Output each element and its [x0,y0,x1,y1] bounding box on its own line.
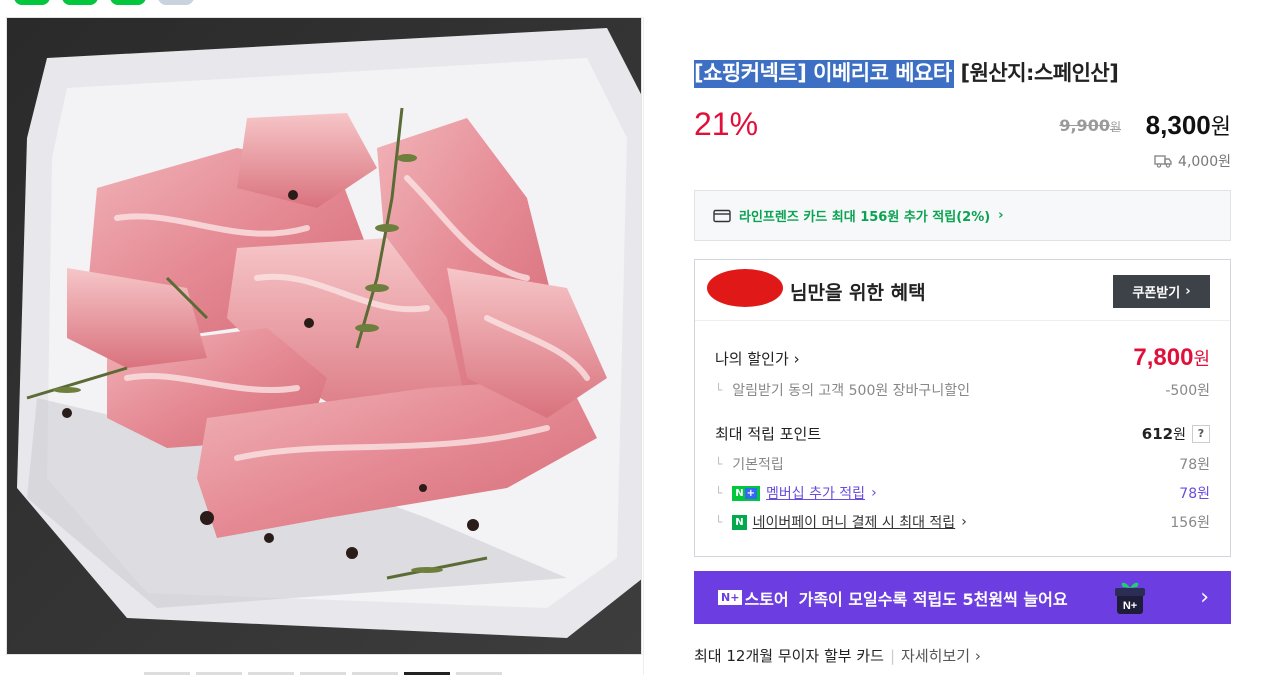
max-points-unit: 원 [1173,426,1186,443]
my-price-label: 나의 할인가 [715,349,789,368]
tree-elbow-icon: └ [715,515,723,529]
max-points-label: 최대 적립 포인트 [715,425,822,443]
product-title: [쇼핑커넥트] 이베리코 베요타 [원산지:스페인산] [694,57,1119,88]
npay-points-link[interactable]: 네이버페이 머니 결제 시 최대 적립 [753,512,956,532]
top-stub-4[interactable] [158,0,194,5]
help-icon[interactable]: ? [1192,424,1210,443]
basic-points-value: 78원 [1179,457,1210,473]
promo-banner-text: 가족이 모일수록 적립도 5천원씩 늘어요 [798,589,1068,609]
membership-points-row: └ N + 멤버십 추가 적립 › 78원 [715,483,1210,503]
naver-plus-badge-icon: N+ [718,590,743,605]
product-title-origin: [원산지:스페인산] [953,61,1119,85]
card-promo-link[interactable]: 라인프렌즈 카드 최대 156원 추가 적립(2%) › [694,190,1231,241]
my-price-row: 나의 할인가 › 7,800원 [715,344,1210,372]
top-tab-stubs [14,0,194,5]
coupon-download-button[interactable]: 쿠폰받기 › [1113,275,1210,308]
max-points-row: 최대 적립 포인트 612원? [715,423,1210,444]
top-stub-2[interactable] [62,0,98,5]
top-stub-3[interactable] [110,0,146,5]
top-stub-1[interactable] [14,0,50,5]
npay-points: └ N 네이버페이 머니 결제 시 최대 적립 › [715,512,967,532]
member-benefit-box: 님만을 위한 혜택 쿠폰받기 › 나의 할인가 › 7,800원 └ 알림받기 동… [694,259,1231,557]
max-points: 612원? [1142,424,1210,444]
chevron-right-icon: › [1200,585,1209,610]
chevron-right-icon: › [793,349,800,368]
my-price: 7,800원 [1133,344,1210,372]
installment-text: 최대 12개월 무이자 할부 카드 [694,647,884,665]
original-price: 9,900원 [1059,116,1121,135]
my-price-label-link[interactable]: 나의 할인가 › [715,348,800,369]
installment-more-link[interactable]: 자세히보기 › [901,645,981,666]
product-title-selected: [쇼핑커넥트] 이베리코 베요타 [694,60,954,88]
npay-points-label: 네이버페이 머니 결제 시 최대 적립 [752,515,956,531]
discount-detail-row: └ 알림받기 동의 고객 500원 장바구니할인 -500원 [715,380,1210,400]
sale-price-value: 8,300 [1145,110,1211,140]
membership-points: └ N + 멤버십 추가 적립 › [715,483,877,503]
npay-points-value: 156원 [1170,515,1210,531]
original-price-unit: 원 [1109,120,1121,134]
tree-elbow-icon: └ [715,457,723,471]
membership-points-value: 78원 [1179,486,1210,502]
discount-detail-value: -500원 [1165,383,1210,399]
max-points-amount: 612원 [1142,424,1186,444]
chevron-right-icon: › [998,208,1004,223]
chevron-right-icon: › [961,514,967,530]
my-price-unit: 원 [1193,349,1210,369]
card-promo-text: 라인프렌즈 카드 최대 156원 추가 적립(2%) [739,210,991,225]
installment-more-label: 자세히보기 [901,647,971,665]
sale-price-unit: 원 [1210,114,1231,139]
naver-plus-membership-icon: N + [732,485,760,501]
original-price-value: 9,900 [1059,116,1110,135]
naver-plus-store-banner[interactable]: N+ 스토어 가족이 모일수록 적립도 5천원씩 늘어요 N+ › [694,571,1231,624]
chevron-right-icon: › [1185,284,1191,299]
chevron-right-icon: › [974,647,981,665]
benefit-title: 님만을 위한 혜택 [790,282,926,304]
shipping-fee-value: 4,000원 [1178,154,1231,170]
membership-points-label: 멤버십 추가 적립 [766,486,866,502]
redacted-username [707,269,783,307]
discount-rate: 21% [694,106,759,142]
discount-detail: └ 알림받기 동의 고객 500원 장바구니할인 [715,380,970,400]
installment-info: 최대 12개월 무이자 할부 카드 | 자세히보기 › [694,645,981,666]
discount-detail-label: 알림받기 동의 고객 500원 장바구니할인 [732,383,970,399]
chevron-right-icon: › [871,485,877,501]
divider: | [889,646,896,665]
product-image[interactable] [6,17,642,655]
credit-card-icon [713,209,731,222]
gift-box-icon: N+ [1115,582,1145,614]
shipping-fee: 4,000원 [1154,151,1231,171]
basic-points: └ 기본적립 [715,454,784,474]
tree-elbow-icon: └ [715,383,723,397]
membership-points-link[interactable]: 멤버십 추가 적립 [766,483,865,503]
truck-icon [1154,155,1172,168]
coupon-button-label: 쿠폰받기 [1132,286,1181,301]
tree-elbow-icon: └ [715,486,723,500]
max-points-value: 612 [1141,424,1174,443]
panel-divider [643,17,644,675]
promo-store-label: 스토어 [744,589,789,609]
benefit-header: 님만을 위한 혜택 쿠폰받기 › [695,260,1230,321]
product-photo [7,18,641,654]
naver-pay-icon: N [732,514,747,530]
basic-points-label: 기본적립 [732,457,784,473]
svg-text:N+: N+ [1123,600,1137,612]
sale-price: 8,300원 [1146,109,1231,141]
my-price-value: 7,800 [1133,344,1194,371]
npay-points-row: └ N 네이버페이 머니 결제 시 최대 적립 › 156원 [715,512,1210,532]
basic-points-row: └ 기본적립 78원 [715,454,1210,474]
